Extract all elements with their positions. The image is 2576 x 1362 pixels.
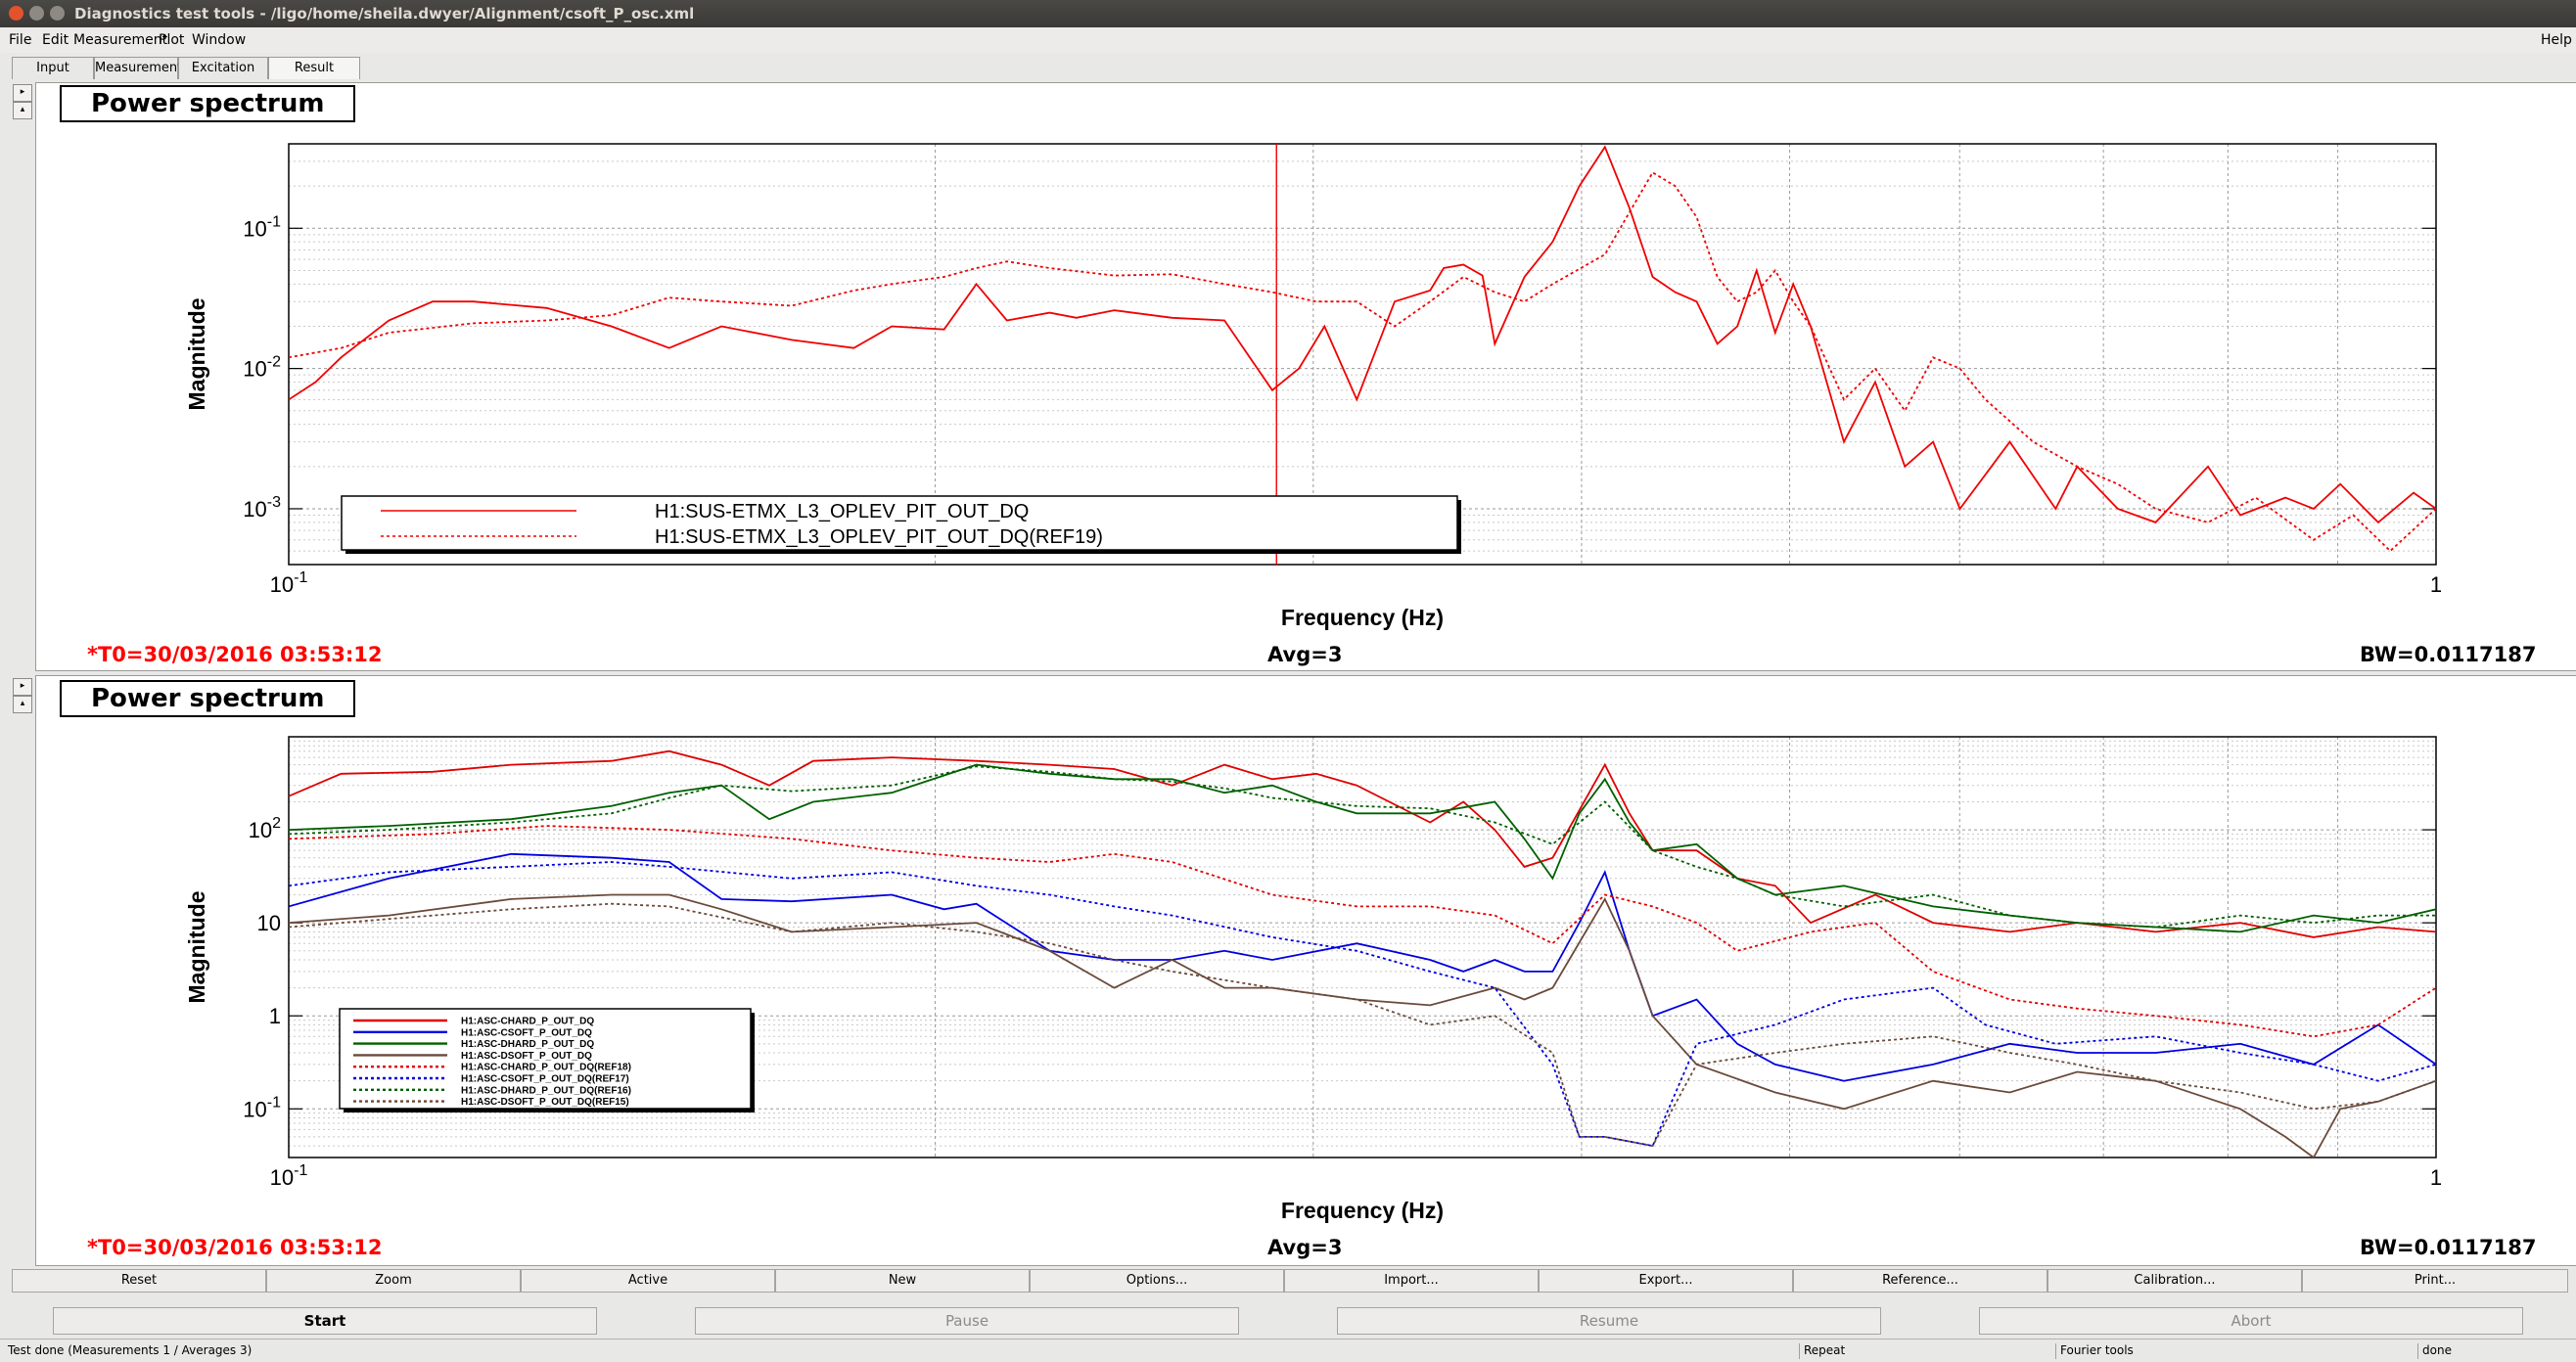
tab-measurement[interactable]: Measurement <box>94 57 182 79</box>
plot-tools-row: Reset Zoom Active New Options... Import.… <box>12 1269 2570 1293</box>
panel1-collapse-button[interactable]: ▴ <box>13 102 32 119</box>
menu-edit[interactable]: Edit <box>42 32 69 48</box>
x-tick-label: 10-1 <box>270 1162 308 1190</box>
zoom-button[interactable]: Zoom <box>266 1269 521 1293</box>
plot-1-chart[interactable]: 10-1 10-2 10-3 10-1 1 Frequency (Hz) Magnitude… <box>36 83 2576 670</box>
t0-label: *T0=30/03/2016 03:53:12 <box>87 643 383 666</box>
menu-help[interactable]: Help <box>2541 32 2572 48</box>
y-tick-label: 102 <box>249 815 281 842</box>
maximize-window-button[interactable] <box>50 6 65 21</box>
panel1-expand-button[interactable]: ▸ <box>13 84 32 102</box>
avg-label: Avg=3 <box>1267 1236 1343 1259</box>
status-fourier: Fourier tools <box>2055 1343 2134 1359</box>
y-tick-label: 10 <box>257 911 281 935</box>
menu-window[interactable]: Window <box>192 32 246 48</box>
tab-bar: Input Measurement Excitation Result <box>0 53 2576 80</box>
y-axis-label: Magnitude <box>184 891 209 1004</box>
bw-label: BW=0.0117187 <box>2360 643 2537 666</box>
new-button[interactable]: New <box>775 1269 1030 1293</box>
y-tick-label: 10-3 <box>243 494 281 522</box>
plot-panel-2: Power spectrum 102 10 1 10-1 10-1 1 Frequency … <box>35 675 2576 1266</box>
reference-button[interactable]: Reference... <box>1793 1269 2047 1293</box>
legend-entry: H1:SUS-ETMX_L3_OPLEV_PIT_OUT_DQ(REF19) <box>655 526 1103 548</box>
abort-button[interactable]: Abort <box>1979 1307 2523 1335</box>
plot-2-chart[interactable]: 102 10 1 10-1 10-1 1 Frequency (Hz) Magnitude H1… <box>36 676 2576 1265</box>
menu-bar: File Edit Measurement Plot Window Help <box>0 27 2576 54</box>
x-tick-label: 10-1 <box>270 569 308 597</box>
active-button[interactable]: Active <box>521 1269 775 1293</box>
y-tick-label: 10-2 <box>243 354 281 382</box>
status-state: done <box>2417 1343 2452 1359</box>
reset-button[interactable]: Reset <box>12 1269 266 1293</box>
legend-entry: H1:ASC-DHARD_P_OUT_DQ(REF16) <box>461 1085 631 1096</box>
legend-entry: H1:ASC-DHARD_P_OUT_DQ <box>461 1039 594 1050</box>
y-tick-label: 10-1 <box>243 1094 281 1121</box>
panel2-collapse-button[interactable]: ▴ <box>13 696 32 713</box>
window-titlebar: Diagnostics test tools - /ligo/home/shei… <box>0 0 2576 27</box>
tab-input[interactable]: Input <box>12 57 94 79</box>
status-bar: Test done (Measurements 1 / Averages 3) … <box>0 1339 2576 1361</box>
y-tick-label: 1 <box>269 1004 281 1028</box>
export-button[interactable]: Export... <box>1539 1269 1793 1293</box>
legend-entry: H1:ASC-CHARD_P_OUT_DQ <box>461 1017 594 1027</box>
legend-entry: H1:ASC-DSOFT_P_OUT_DQ <box>461 1051 592 1062</box>
legend-entry: H1:ASC-CSOFT_P_OUT_DQ(REF17) <box>461 1074 629 1085</box>
options-button[interactable]: Options... <box>1030 1269 1284 1293</box>
x-axis-label: Frequency (Hz) <box>1281 605 1444 630</box>
y-axis-label: Magnitude <box>184 298 209 411</box>
start-button[interactable]: Start <box>53 1307 597 1335</box>
calibration-button[interactable]: Calibration... <box>2047 1269 2302 1293</box>
x-tick-label: 1 <box>2430 1165 2442 1190</box>
legend-entry: H1:ASC-CSOFT_P_OUT_DQ <box>461 1027 592 1038</box>
status-repeat: Repeat <box>1799 1343 1845 1359</box>
x-axis-label: Frequency (Hz) <box>1281 1198 1444 1223</box>
status-message: Test done (Measurements 1 / Averages 3) <box>8 1343 253 1357</box>
menu-plot[interactable]: Plot <box>159 32 184 48</box>
t0-label: *T0=30/03/2016 03:53:12 <box>87 1236 383 1259</box>
resume-button[interactable]: Resume <box>1337 1307 1881 1335</box>
bw-label: BW=0.0117187 <box>2360 1236 2537 1259</box>
print-button[interactable]: Print... <box>2302 1269 2568 1293</box>
tab-excitation[interactable]: Excitation <box>178 57 268 79</box>
x-tick-label: 1 <box>2430 572 2442 597</box>
legend-entry: H1:SUS-ETMX_L3_OPLEV_PIT_OUT_DQ <box>655 501 1029 522</box>
avg-label: Avg=3 <box>1267 643 1343 666</box>
menu-measurement[interactable]: Measurement <box>73 32 167 48</box>
plot-panel-1: Power spectrum 10-1 10-2 10-3 10-1 1 Frequenc… <box>35 82 2576 671</box>
pause-button[interactable]: Pause <box>695 1307 1239 1335</box>
window-title: Diagnostics test tools - /ligo/home/shei… <box>74 5 695 23</box>
panel2-expand-button[interactable]: ▸ <box>13 678 32 696</box>
menu-file[interactable]: File <box>9 32 31 48</box>
legend-entry: H1:ASC-DSOFT_P_OUT_DQ(REF15) <box>461 1097 629 1108</box>
tab-result[interactable]: Result <box>268 57 360 79</box>
legend-entry: H1:ASC-CHARD_P_OUT_DQ(REF18) <box>461 1063 631 1073</box>
import-button[interactable]: Import... <box>1284 1269 1539 1293</box>
y-tick-label: 10-1 <box>243 213 281 241</box>
minimize-window-button[interactable] <box>29 6 44 21</box>
close-window-button[interactable] <box>9 6 23 21</box>
